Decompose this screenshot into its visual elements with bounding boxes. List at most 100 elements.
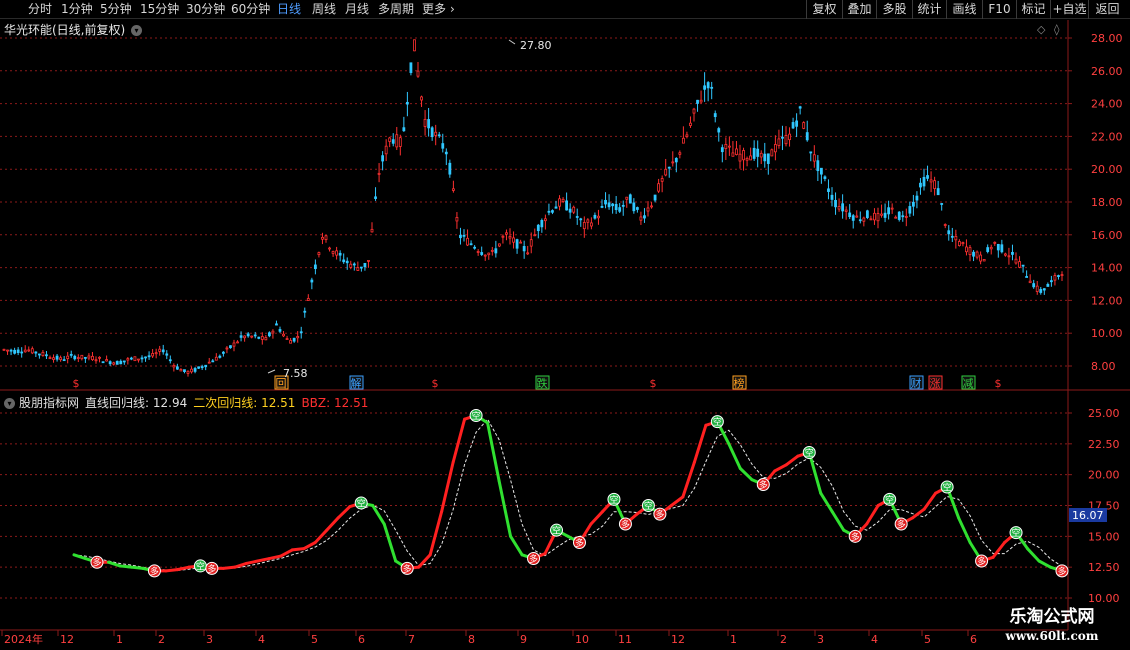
date-tick-label: 3 [206, 633, 213, 646]
candle-body [1046, 284, 1050, 287]
candle-body [582, 222, 586, 230]
candle-body [359, 266, 363, 269]
indicator-name[interactable]: 股朋指标网 [19, 396, 79, 410]
event-marker-label: 解 [351, 376, 362, 390]
candle-body [66, 355, 70, 359]
candle-body [473, 246, 477, 249]
candle-body [738, 153, 742, 162]
candle-body [819, 167, 823, 175]
indicator-falling-segment [382, 522, 398, 563]
candle-body [427, 119, 431, 129]
candle-body [335, 250, 339, 256]
candle-body [593, 214, 597, 219]
chart-area[interactable]: 28.0026.0024.0022.0020.0018.0016.0014.00… [0, 0, 1130, 650]
candle-body [692, 108, 696, 114]
candle-body [137, 358, 140, 361]
candle-body [405, 101, 409, 105]
candle-body [519, 241, 523, 244]
candle-body [505, 232, 508, 235]
indicator-lines [72, 413, 1064, 573]
candle-body [469, 243, 473, 246]
date-tick-label: 2 [158, 633, 165, 646]
candle-body [168, 359, 172, 362]
candle-body [250, 335, 254, 338]
diamond-icon[interactable]: ◇ [1037, 23, 1046, 36]
indicator-rising-segment [773, 463, 788, 473]
candle-body [310, 279, 314, 283]
candle-body [816, 160, 820, 172]
chevron-down-icon[interactable]: ▾ [4, 398, 15, 409]
candle-body [391, 139, 395, 144]
buy-signal-label: 多 [207, 563, 216, 575]
expand-icon[interactable]: ◊ [1054, 23, 1060, 36]
candle-body [211, 360, 215, 363]
indicator-falling-segment [72, 553, 87, 561]
candle-body [529, 239, 533, 247]
candle-body [363, 262, 367, 268]
price-tick-label: 16.00 [1091, 229, 1123, 242]
indicator-line1: 直线回归线: 12.94 [85, 396, 188, 410]
candle-body [420, 96, 423, 101]
indicator-rising-segment [451, 417, 467, 464]
candle-body [897, 211, 901, 220]
candle-body [922, 176, 926, 187]
candle-body [303, 310, 307, 313]
candle-body [802, 122, 806, 129]
candle-body [600, 205, 604, 208]
indicator-falling-segment [118, 564, 133, 569]
buy-signal-label: 多 [529, 553, 538, 565]
candle-body [306, 298, 310, 301]
buy-signal-label: 多 [575, 537, 584, 549]
price-tick-label: 28.00 [1091, 32, 1123, 45]
candle-body [926, 175, 929, 179]
candle-body [568, 208, 572, 213]
date-tick-label: 4 [258, 633, 265, 646]
price-axis: 28.00 26.00 24.00 22.00 20.00 18.00 16.00 14.00… [1068, 32, 1123, 373]
candle-body [455, 217, 459, 222]
candle-body [229, 345, 232, 349]
candle-body [1003, 253, 1007, 256]
candle-body [558, 198, 561, 207]
candle-body [98, 356, 101, 359]
candle-body [490, 249, 494, 252]
candle-body [1035, 285, 1039, 292]
candle-body [1049, 280, 1053, 283]
date-tick-label: 1 [116, 633, 123, 646]
candle-body [466, 237, 469, 246]
candle-body [717, 128, 721, 133]
indicator-tick-label: 20.00 [1088, 469, 1120, 482]
candle-body [795, 120, 799, 127]
date-tick-label: 4 [871, 633, 878, 646]
indicator-falling-segment [1026, 547, 1041, 563]
indicator-header: ▾ 股朋指标网 直线回归线: 12.94 二次回归线: 12.51 BBZ: 12.51 [4, 394, 374, 411]
candle-body [841, 203, 845, 212]
candle-body [451, 188, 455, 191]
candle-body [735, 148, 738, 155]
candle-body [827, 188, 830, 192]
candle-body [798, 106, 802, 109]
indicator-falling-segment [486, 421, 501, 483]
low-price-label: 7.58 [283, 367, 308, 380]
candle-body [536, 224, 540, 232]
sell-signal-label: 空 [713, 416, 722, 428]
candle-body [727, 145, 731, 148]
indicator-tick-label: 12.50 [1088, 561, 1120, 574]
indicator-falling-segment [497, 479, 513, 538]
candle-body [275, 323, 278, 326]
candle-body [434, 131, 438, 136]
candle-body [809, 151, 813, 154]
candle-body [699, 99, 703, 103]
price-tick-label: 8.00 [1091, 360, 1116, 373]
candle-body [87, 355, 91, 359]
candle-body [890, 207, 894, 210]
candle-body [982, 258, 986, 262]
candle-body [370, 228, 374, 233]
candle-body [607, 202, 611, 208]
indicator-tick-label: 22.50 [1088, 438, 1120, 451]
price-tick-label: 24.00 [1091, 98, 1123, 111]
candle-body [635, 207, 639, 210]
candle-body [972, 251, 975, 257]
candle-body [1060, 274, 1064, 277]
event-marker-label: $ [73, 377, 80, 390]
candle-body [526, 252, 530, 255]
